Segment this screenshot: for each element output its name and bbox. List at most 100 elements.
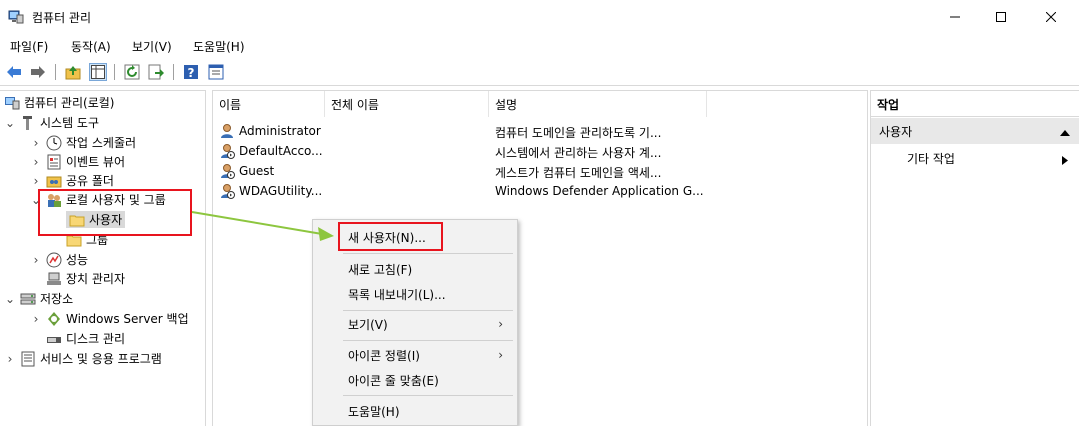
submenu-arrow-icon [1062, 154, 1068, 168]
performance-icon [46, 252, 62, 268]
title-bar: 컴퓨터 관리 [0, 0, 1079, 34]
tree-label: 장치 관리자 [66, 272, 126, 286]
up-folder-icon[interactable] [64, 63, 82, 81]
chevron-right-icon[interactable]: › [4, 352, 16, 366]
minimize-button[interactable] [932, 0, 978, 34]
collapse-up-icon[interactable] [1060, 126, 1070, 140]
chevron-down-icon[interactable]: ⌄ [4, 292, 16, 306]
menu-item-refresh[interactable]: 새로 고침(F) [313, 257, 517, 281]
cell-name: WDAGUtility... [239, 184, 323, 198]
highlight-box-new-user [338, 222, 443, 251]
menu-file[interactable]: 파일(F) [10, 38, 48, 55]
forward-arrow-icon[interactable] [29, 63, 47, 81]
disabled-user-icon [219, 183, 235, 199]
computer-management-icon [4, 95, 20, 111]
tree-item-disk-management[interactable]: 디스크 관리 [46, 329, 125, 348]
device-manager-icon [46, 271, 62, 287]
menu-view[interactable]: 보기(V) [132, 38, 172, 55]
menu-separator [343, 340, 513, 341]
chevron-right-icon[interactable]: › [30, 312, 42, 326]
close-button[interactable] [1028, 0, 1074, 34]
tree-label: 성능 [66, 253, 89, 267]
table-row[interactable]: DefaultAcco... 시스템에서 관리하는 사용자 계... [213, 141, 869, 161]
show-hide-tree-icon[interactable] [89, 63, 107, 81]
tree-item-storage[interactable]: ⌄ 저장소 [4, 289, 73, 308]
cell-description: 컴퓨터 도메인을 관리하도록 기... [495, 126, 662, 140]
computer-management-icon [8, 9, 24, 25]
tree-label: 작업 스케줄러 [66, 136, 137, 150]
tree-item-shared-folders[interactable]: › 공유 폴더 [30, 171, 114, 190]
storage-icon [20, 291, 36, 307]
actions-pane: 작업 사용자 기타 작업 [870, 90, 1079, 426]
chevron-right-icon[interactable]: › [30, 174, 42, 188]
help-icon[interactable]: ? [182, 63, 200, 81]
menu-bar: 파일(F) 동작(A) 보기(V) 도움말(H) [0, 34, 1079, 56]
menu-item-view[interactable]: 보기(V) › [313, 312, 517, 336]
tree-label: 이벤트 뷰어 [66, 155, 126, 169]
window-title: 컴퓨터 관리 [32, 11, 92, 25]
users-list: 이름 전체 이름 설명 Administrator 컴퓨터 도메인을 관리하도록… [212, 90, 868, 426]
chevron-down-icon[interactable]: ⌄ [4, 116, 16, 130]
minimize-icon [950, 12, 960, 22]
cell-name: Administrator [239, 124, 321, 138]
actions-section-users[interactable]: 사용자 [871, 118, 1079, 144]
toolbar: ? [0, 58, 1079, 86]
tree-label: Windows Server 백업 [66, 312, 189, 326]
menu-item-line-up-icons[interactable]: 아이콘 줄 맞춤(E) [313, 368, 517, 392]
event-viewer-icon [46, 154, 62, 170]
refresh-icon[interactable] [123, 63, 141, 81]
menu-separator [343, 310, 513, 311]
menu-separator [343, 253, 513, 254]
disabled-user-icon [219, 163, 235, 179]
properties-icon[interactable] [207, 63, 225, 81]
menu-item-help[interactable]: 도움말(H) [313, 399, 517, 423]
menu-item-label: 새로 고침(F) [348, 262, 413, 277]
svg-text:?: ? [188, 66, 195, 80]
more-actions[interactable]: 기타 작업 [871, 147, 1079, 169]
menu-action[interactable]: 동작(A) [71, 38, 111, 55]
menu-item-export-list[interactable]: 목록 내보내기(L)... [313, 282, 517, 306]
highlight-box-local-users [38, 189, 192, 236]
tree-item-services-apps[interactable]: › 서비스 및 응용 프로그램 [4, 349, 162, 368]
tree-label: 시스템 도구 [40, 116, 100, 130]
table-row[interactable]: Guest 게스트가 컴퓨터 도메인을 액세... [213, 161, 869, 181]
column-header-description[interactable]: 설명 [489, 91, 707, 117]
cell-description: 게스트가 컴퓨터 도메인을 액세... [495, 166, 662, 180]
tree-item-windows-server-backup[interactable]: › Windows Server 백업 [30, 309, 189, 328]
tree-item-device-manager[interactable]: 장치 관리자 [46, 269, 125, 288]
tree-label: 서비스 및 응용 프로그램 [40, 352, 162, 366]
disk-management-icon [46, 331, 62, 347]
shared-folder-icon [46, 173, 62, 189]
tree-item-performance[interactable]: › 성능 [30, 250, 88, 269]
column-header-full-name[interactable]: 전체 이름 [325, 91, 489, 117]
back-arrow-icon[interactable] [5, 63, 23, 81]
menu-separator [343, 395, 513, 396]
tree-item-task-scheduler[interactable]: › 작업 스케줄러 [30, 133, 136, 152]
tree-label: 공유 폴더 [66, 174, 114, 188]
tools-icon [20, 115, 36, 131]
tree-item-system-tools[interactable]: ⌄ 시스템 도구 [4, 113, 99, 132]
tree-label: 디스크 관리 [66, 332, 126, 346]
actions-header: 작업 [871, 91, 1079, 117]
tree-item-event-viewer[interactable]: › 이벤트 뷰어 [30, 152, 125, 171]
column-header-name[interactable]: 이름 [213, 91, 325, 117]
cell-description: 시스템에서 관리하는 사용자 계... [495, 146, 662, 160]
table-row[interactable]: Administrator 컴퓨터 도메인을 관리하도록 기... [213, 121, 869, 141]
chevron-right-icon[interactable]: › [30, 253, 42, 267]
maximize-button[interactable] [978, 0, 1024, 34]
table-row[interactable]: WDAGUtility... Windows Defender Applicat… [213, 181, 869, 201]
backup-icon [46, 311, 62, 327]
chevron-right-icon[interactable]: › [30, 155, 42, 169]
services-icon [20, 351, 36, 367]
chevron-right-icon: › [498, 348, 503, 362]
close-icon [1046, 12, 1056, 22]
menu-help[interactable]: 도움말(H) [193, 38, 245, 55]
menu-item-label: 목록 내보내기(L)... [348, 287, 446, 302]
tree-label: 컴퓨터 관리(로컬) [24, 96, 115, 110]
cell-name: DefaultAcco... [239, 144, 323, 158]
tree-item-root[interactable]: 컴퓨터 관리(로컬) [4, 93, 114, 112]
menu-item-label: 보기(V) [348, 317, 388, 332]
chevron-right-icon[interactable]: › [30, 136, 42, 150]
menu-item-arrange-icons[interactable]: 아이콘 정렬(I) › [313, 343, 517, 367]
export-list-icon[interactable] [147, 63, 165, 81]
